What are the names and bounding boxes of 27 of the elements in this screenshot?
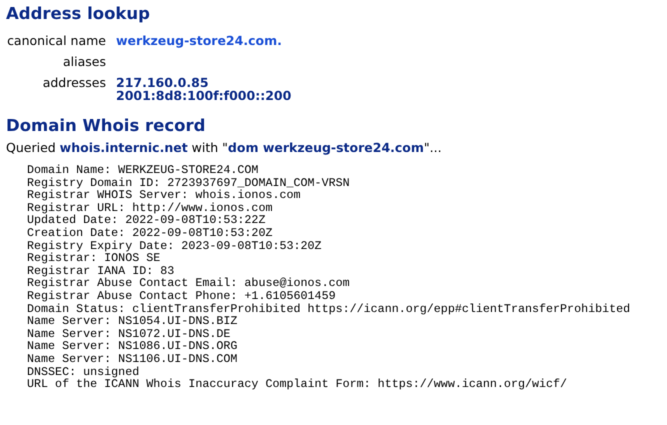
whois-line: Domain Status: clientTransferProhibited https://icann.org/epp#clientTransferProhibited bbox=[27, 302, 630, 316]
whois-line: Name Server: NS1106.UI-DNS.COM bbox=[27, 352, 238, 366]
whois-line: Updated Date: 2022-09-08T10:53:22Z bbox=[27, 214, 266, 227]
section-heading: Domain Whois record bbox=[6, 116, 206, 136]
query-text: Queried whois.internic.net with "dom werkzeug-store24.com"... bbox=[6, 140, 443, 156]
whois-line: Registry Domain ID: 2723937697_DOMAIN_COM-VRSN bbox=[27, 176, 350, 190]
whois-line: DNSSEC: unsigned bbox=[27, 366, 140, 378]
whois-line: Name Server: NS1086.UI-DNS.ORG bbox=[27, 340, 238, 353]
field-label: canonical name bbox=[6, 34, 106, 48]
whois-line: Domain Name: WERKZEUG-STORE24.COM bbox=[27, 164, 258, 177]
whois-line: URL of the ICANN Whois Inaccuracy Complaint Form: https://www.icann.org/wicf/ bbox=[27, 378, 568, 391]
whois-line: Registrar Abuse Contact Email: abuse@ionos.com bbox=[27, 277, 350, 290]
field-label: addresses bbox=[42, 76, 106, 92]
whois-line: Registrar IANA ID: 83 bbox=[27, 264, 174, 278]
whois-line: Registrar Abuse Contact Phone: +1.6105601459 bbox=[27, 290, 336, 303]
whois-line: Name Server: NS1072.UI-DNS.DE bbox=[27, 328, 230, 340]
whois-line: Registry Expiry Date: 2023-09-08T10:53:20Z bbox=[27, 240, 322, 252]
whois-line: Registrar WHOIS Server: whois.ionos.com bbox=[27, 189, 301, 202]
ip-address: 217.160.0.85 bbox=[116, 76, 210, 89]
whois-line: Creation Date: 2022-09-08T10:53:20Z bbox=[27, 226, 272, 240]
whois-line: Registrar URL: http://www.ionos.com bbox=[27, 202, 272, 214]
whois-line: Registrar: IONOS SE bbox=[27, 252, 160, 265]
ip-address: 2001:8d8:100f:f000::200 bbox=[116, 89, 292, 102]
whois-line: Name Server: NS1054.UI-DNS.BIZ bbox=[27, 315, 238, 328]
section-heading: Address lookup bbox=[6, 4, 151, 24]
field-label: aliases bbox=[62, 55, 106, 69]
domain-link[interactable]: werkzeug-store24.com. bbox=[116, 34, 282, 47]
